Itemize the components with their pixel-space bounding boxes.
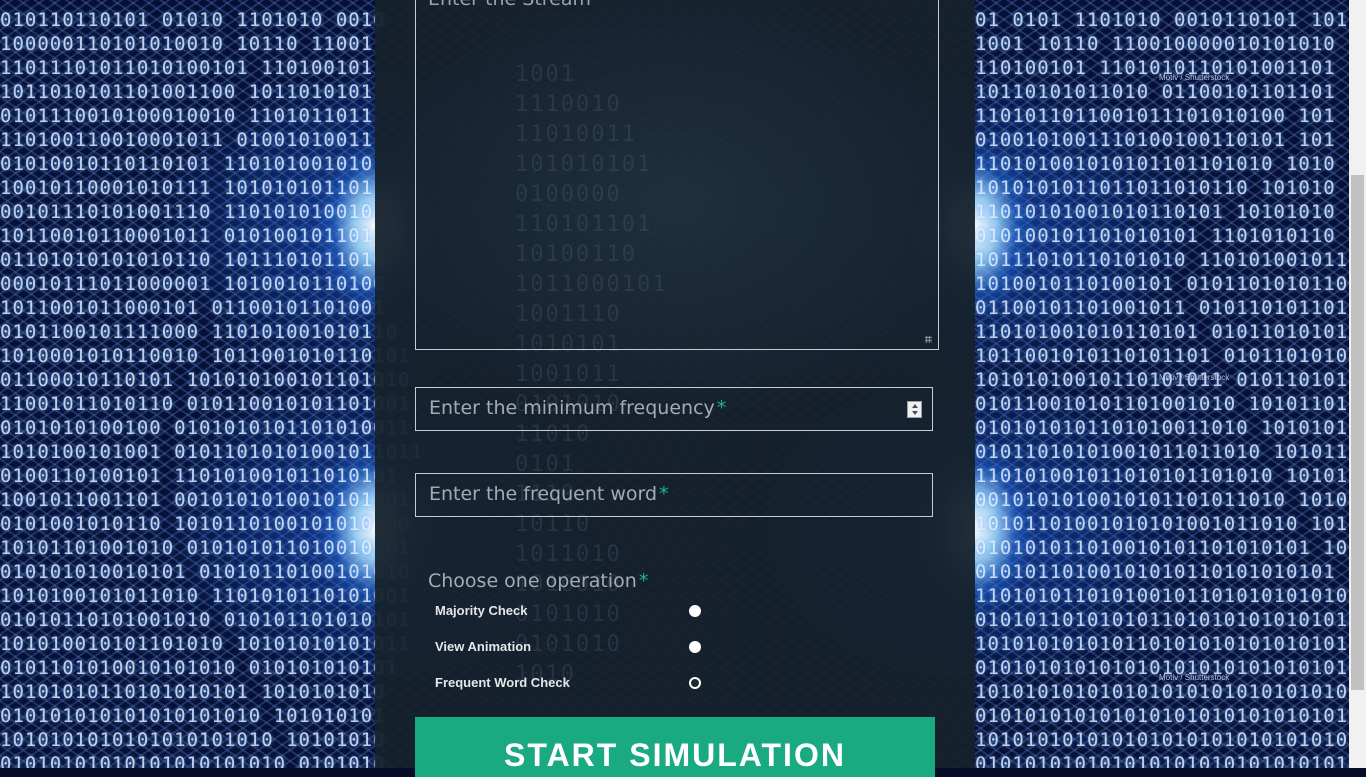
image-credit: Motiv / Shutterstock xyxy=(1159,673,1230,682)
frequent-word-placeholder: Enter the frequent word xyxy=(429,483,658,505)
required-mark: * xyxy=(716,397,727,419)
page-scrollbar[interactable] xyxy=(1349,0,1366,768)
binary-pattern: 010110110101 01010 1101010 0010 100000110… xyxy=(0,9,423,768)
operation-option-view-animation[interactable]: View Animation xyxy=(435,639,715,659)
operation-option-majority-check[interactable]: Majority Check xyxy=(435,603,715,623)
min-frequency-input[interactable]: Enter the minimum frequency * xyxy=(415,387,933,431)
required-mark: * xyxy=(638,570,649,592)
frequent-word-input[interactable]: Enter the frequent word * xyxy=(415,473,933,517)
operation-title-text: Choose one operation xyxy=(428,570,637,592)
operation-label: Frequent Word Check xyxy=(435,675,570,690)
min-frequency-label: Enter the minimum frequency * xyxy=(429,397,726,419)
min-frequency-placeholder: Enter the minimum frequency xyxy=(429,397,715,419)
scrollbar-thumb[interactable] xyxy=(1351,175,1364,690)
image-credit: Motiv / Shutterstock xyxy=(1159,73,1230,82)
stream-textarea[interactable] xyxy=(415,0,939,350)
radio-button[interactable] xyxy=(689,605,701,617)
start-simulation-button[interactable]: START SIMULATION xyxy=(415,717,935,777)
radio-button[interactable] xyxy=(689,641,701,653)
operation-title: Choose one operation * xyxy=(428,570,648,592)
start-simulation-label: START SIMULATION xyxy=(504,737,846,773)
operation-label: View Animation xyxy=(435,639,532,654)
operation-option-frequent-word-check[interactable]: Frequent Word Check xyxy=(435,675,715,695)
radio-button-selected[interactable] xyxy=(689,677,701,689)
binary-pattern-right: 01 0101 1101010 0010110101 101 1001 10110… xyxy=(975,9,1349,768)
required-mark: * xyxy=(659,483,669,505)
frequent-word-label: Enter the frequent word * xyxy=(429,483,669,505)
image-credit: Motiv / Shutterstock xyxy=(1159,373,1230,382)
spinner-icon[interactable] xyxy=(907,401,922,418)
operation-label: Majority Check xyxy=(435,603,528,618)
